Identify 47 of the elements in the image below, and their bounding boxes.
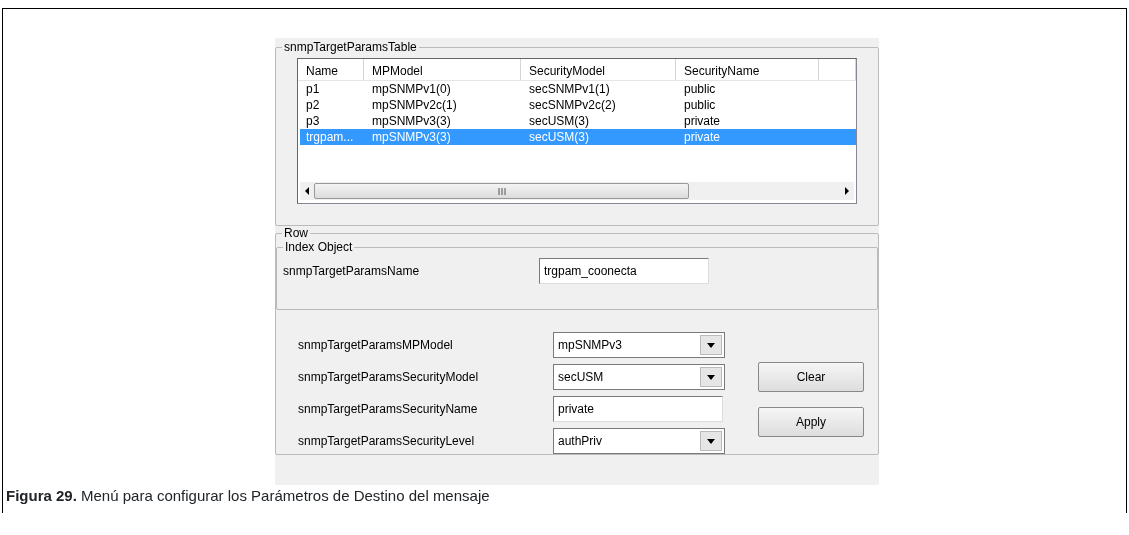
column-header[interactable]: SecurityModel: [521, 59, 676, 80]
list-view[interactable]: Name MPModel SecurityModel SecurityName p1 mpSNMPv1(0) secSNMPv1(1) public p2 mpSNMPv2c(1) secSNMPv2c(2) public p3 mpSNMPv3(3) secUSM(3) private trgpam... mpSNMPv3(3) secUSM(3) private: [297, 58, 857, 204]
group-title: Index Object: [284, 240, 354, 254]
column-header[interactable]: Name: [298, 59, 364, 80]
dialog-button[interactable]: Apply: [758, 407, 864, 437]
dropdown[interactable]: mpSNMPv3: [553, 332, 725, 358]
text-field[interactable]: trgpam_coonecta: [539, 258, 709, 284]
table-cell-text: public: [683, 81, 717, 97]
table-cell-text: trgpam...: [305, 129, 355, 145]
table-cell-text: mpSNMPv3(3): [371, 129, 452, 145]
figure-caption: Figura 29. Menú para configurar los Parámetros de Destino del mensaje: [5, 485, 491, 506]
scroll-right-icon[interactable]: [844, 187, 850, 195]
table-cell-text: mpSNMPv1(0): [371, 81, 452, 97]
table-cell-text: p2: [305, 97, 321, 113]
field-label: snmpTargetParamsName: [282, 263, 421, 280]
dialog-button[interactable]: Clear: [758, 362, 864, 392]
table-cell-text: secSNMPv1(1): [528, 81, 611, 97]
dropdown-arrow-icon[interactable]: [707, 374, 715, 380]
table-cell-text: mpSNMPv2c(1): [371, 97, 458, 113]
field-label: snmpTargetParamsSecurityName: [297, 401, 479, 418]
table-cell-text: secUSM(3): [528, 129, 590, 145]
column-header[interactable]: MPModel: [364, 59, 521, 80]
table-cell-text: public: [683, 97, 717, 113]
column-header[interactable]: SecurityName: [676, 59, 819, 80]
field-label: snmpTargetParamsSecurityModel: [297, 369, 480, 386]
table-row[interactable]: p3 mpSNMPv3(3) secUSM(3) private: [300, 113, 856, 129]
table-row[interactable]: p1 mpSNMPv1(0) secSNMPv1(1) public: [300, 81, 856, 97]
table-cell-text: secUSM(3): [528, 113, 590, 129]
table-cell-text: p3: [305, 113, 321, 129]
dropdown-arrow-icon[interactable]: [707, 438, 715, 444]
table-cell-text: secSNMPv2c(2): [528, 97, 617, 113]
table-row[interactable]: p2 mpSNMPv2c(1) secSNMPv2c(2) public: [300, 97, 856, 113]
field-label: snmpTargetParamsSecurityLevel: [297, 433, 476, 450]
scroll-left-icon[interactable]: [304, 187, 310, 195]
dropdown-arrow-icon[interactable]: [707, 342, 715, 348]
dropdown[interactable]: authPriv: [553, 428, 725, 454]
group-title: Row: [283, 226, 309, 240]
scroll-thumb[interactable]: [314, 183, 689, 199]
table-cell-text: mpSNMPv3(3): [371, 113, 452, 129]
dropdown[interactable]: secUSM: [553, 364, 725, 390]
table-cell-text: p1: [305, 81, 321, 97]
group-title: snmpTargetParamsTable: [283, 40, 418, 54]
table-cell-text: private: [683, 113, 722, 129]
table-cell-text: private: [683, 129, 722, 145]
text-field[interactable]: private: [553, 396, 723, 422]
horizontal-scrollbar[interactable]: [300, 182, 854, 200]
field-label: snmpTargetParamsMPModel: [297, 337, 454, 354]
